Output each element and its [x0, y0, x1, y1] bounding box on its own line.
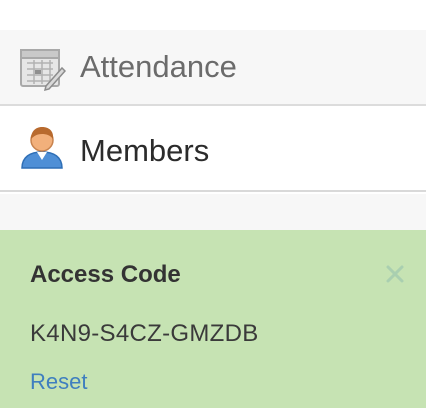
- member-icon: [21, 127, 63, 169]
- app-root: Attendance Members Access Code K4N9-S4CZ…: [0, 0, 426, 408]
- nav-spacer: [0, 194, 426, 230]
- nav-label-attendance: Attendance: [80, 49, 237, 84]
- access-code-title: Access Code: [30, 261, 181, 288]
- nav-item-members[interactable]: Members: [0, 108, 426, 192]
- access-code-value: K4N9-S4CZ-GMZDB: [30, 320, 259, 347]
- attendance-icon: [20, 49, 66, 92]
- reset-link[interactable]: Reset: [30, 371, 87, 393]
- close-icon[interactable]: [381, 260, 409, 288]
- nav-item-attendance[interactable]: Attendance: [0, 30, 426, 106]
- nav-label-members: Members: [80, 133, 210, 168]
- access-code-panel: Access Code K4N9-S4CZ-GMZDB Reset: [0, 230, 426, 408]
